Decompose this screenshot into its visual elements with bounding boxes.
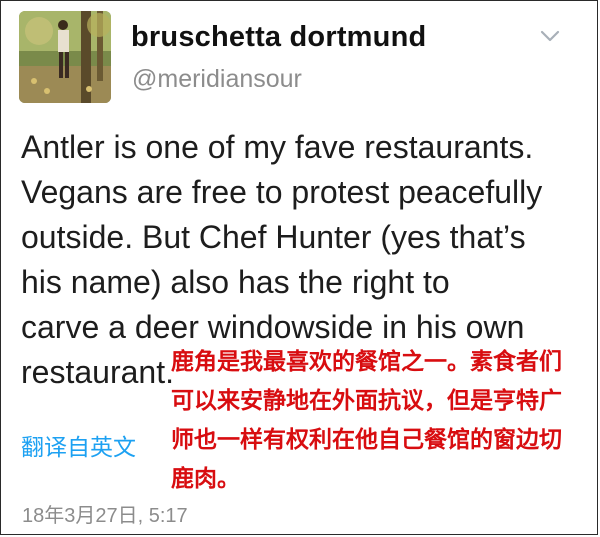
tweet-text-line: his name) also has the right to	[21, 264, 450, 300]
overlay-line: 师也一样有权利在他自己餐馆的窗边切	[171, 426, 562, 452]
tweet-text-line: Vegans are free to protest peacefully	[21, 174, 543, 210]
overlay-line: 鹿角是我最喜欢的餐馆之一。素食者们	[171, 348, 562, 374]
tweet-card: bruschetta dortmund @meridiansour Antler…	[0, 0, 598, 535]
display-name[interactable]: bruschetta dortmund	[131, 21, 426, 54]
translation-overlay: 鹿角是我最喜欢的餐馆之一。素食者们 可以来安静地在外面抗议，但是亨特广 师也一样…	[171, 342, 591, 498]
overlay-line: 可以来安静地在外面抗议，但是亨特广	[171, 387, 562, 413]
translate-tweet-link[interactable]: 翻译自英文	[21, 428, 136, 462]
avatar[interactable]	[19, 11, 111, 103]
tweet-timestamp[interactable]: 18年3月27日, 5:17	[22, 499, 188, 528]
tweet-text-line: outside. But Chef Hunter (yes that’s	[21, 219, 526, 255]
user-handle[interactable]: @meridiansour	[132, 65, 302, 94]
overlay-line: 鹿肉。	[171, 465, 240, 491]
tweet-text-line: Antler is one of my fave restaurants.	[21, 129, 534, 165]
chevron-down-icon[interactable]	[537, 25, 563, 47]
avatar-photo	[19, 11, 111, 103]
